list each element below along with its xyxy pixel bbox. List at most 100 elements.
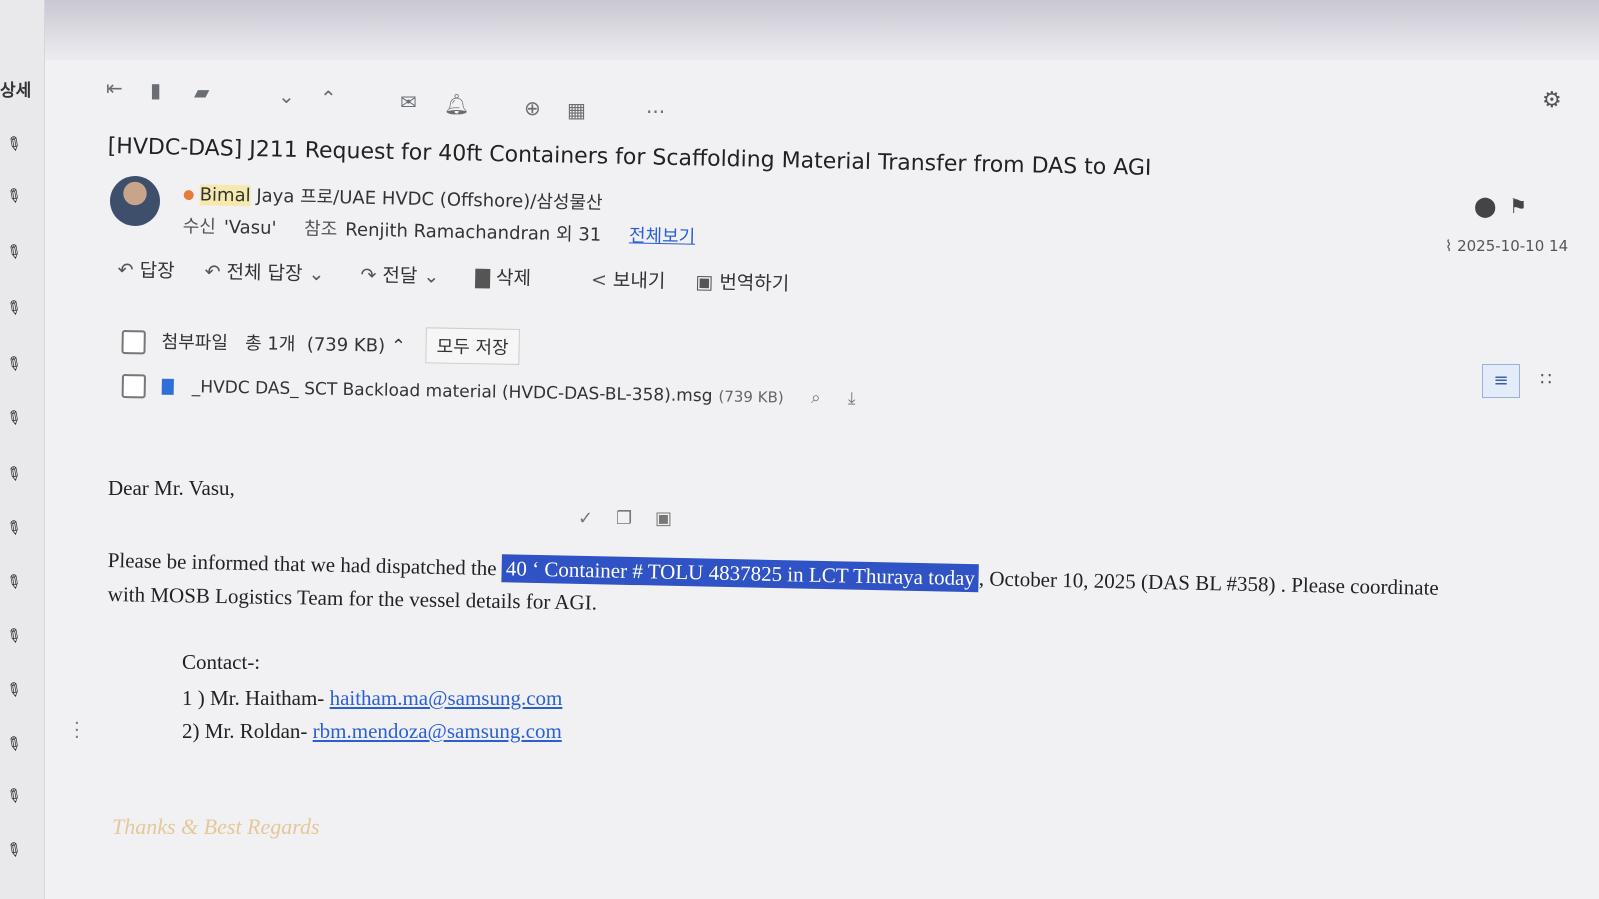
forward-button[interactable]: ↷ 전달 ⌄ — [360, 264, 445, 288]
contact-name: 1 ) Mr. Haitham- — [182, 686, 330, 710]
check-circle-icon[interactable]: ✓ — [578, 508, 593, 529]
contact-label: Contact-: — [182, 650, 261, 674]
reply-all-label: 전체 답장 — [226, 261, 303, 285]
resize-handle-icon[interactable]: · · · — [74, 715, 80, 747]
send-label: 보내기 — [612, 269, 666, 293]
cc-label: 참조 — [303, 218, 338, 241]
download-icon[interactable]: ⤓ — [848, 389, 856, 409]
more-icon[interactable]: ··· — [646, 100, 665, 124]
translate-icon[interactable]: ▣ — [655, 508, 672, 529]
trash-icon: ▇ — [475, 266, 491, 289]
to-recipient[interactable]: 'Vasu' — [224, 217, 277, 239]
chevron-down-icon[interactable]: ⌄ — [423, 265, 439, 287]
reply-label: 답장 — [139, 259, 175, 283]
tag-icon[interactable]: ⬤ — [1474, 194, 1496, 218]
avatar[interactable] — [110, 176, 160, 226]
sender-detail[interactable]: Jaya 프로/UAE HVDC (Offshore)/삼성물산 — [250, 185, 603, 214]
reply-all-icon: ↶ — [204, 260, 221, 284]
greeting: Dear Mr. Vasu, — [108, 476, 235, 500]
delete-label: 삭제 — [495, 266, 532, 290]
attachment-file-row: _HVDC DAS_ SCT Backload material (HVDC-D… — [121, 374, 856, 411]
share-icon: < — [590, 268, 608, 292]
sender-line: Bimal Jaya 프로/UAE HVDC (Offshore)/삼성물산 — [183, 180, 603, 215]
pin-icon[interactable]: ✎ — [1, 240, 25, 266]
to-label: 수신 — [182, 215, 217, 238]
email-link[interactable]: rbm.mendoza@samsung.com — [313, 719, 562, 743]
selected-text[interactable]: 40 ‘ Container # TOLU 4837825 in LCT Thu… — [501, 554, 980, 593]
contact-item-1: 1 ) Mr. Haitham- haitham.ma@samsung.com — [182, 686, 562, 711]
send-button[interactable]: < 보내기 — [591, 269, 666, 293]
pin-icon[interactable]: ✎ — [1, 352, 25, 378]
sidebar-top-label: 상세 — [0, 81, 32, 101]
attachment-clip-icon: ⌇ — [1445, 237, 1458, 255]
chevron-up-icon[interactable]: ⌃ — [391, 336, 406, 357]
forward-icon: ↷ — [360, 264, 377, 287]
attachments-count: 총 1개 — [244, 333, 296, 356]
pin-icon[interactable]: ✎ — [1, 624, 25, 650]
sender-first-name[interactable]: Bimal — [199, 184, 251, 207]
save-all-button[interactable]: 모두 저장 — [425, 327, 520, 365]
body-paragraph-line2: with MOSB Logistics Team for the vessel … — [107, 582, 598, 615]
delete-button[interactable]: ▇ 삭제 — [475, 266, 531, 289]
email-link[interactable]: haitham.ma@samsung.com — [330, 686, 563, 710]
archive-icon[interactable]: ▮ — [150, 78, 161, 102]
header-right-icons: ⬤ ⚑ — [1474, 194, 1527, 218]
pin-icon[interactable]: ✎ — [1, 296, 25, 322]
contact-name: 2) Mr. Roldan- — [182, 719, 313, 743]
reply-button[interactable]: ↶ 답장 — [117, 259, 174, 282]
reply-all-button[interactable]: ↶ 전체 답장 ⌄ — [204, 261, 330, 286]
pin-icon[interactable]: ✎ — [1, 784, 25, 810]
cc-recipients[interactable]: Renjith Ramachandran 외 31 — [345, 219, 601, 245]
chevron-up-icon[interactable]: ⌃ — [320, 86, 337, 110]
select-all-attachments-checkbox[interactable] — [121, 329, 146, 355]
pin-icon[interactable]: ✎ — [1, 732, 25, 758]
pin-icon[interactable]: ✎ — [1, 406, 25, 432]
attachment-file-name[interactable]: _HVDC DAS_ SCT Backload material (HVDC-D… — [192, 377, 713, 406]
move-to-folder-icon[interactable]: ▰ — [194, 80, 209, 104]
pin-icon[interactable]: ✎ — [1, 570, 25, 596]
zoom-icon[interactable]: ⊕ — [524, 96, 541, 120]
body-text: , October 10, 2025 (DAS BL #358) . Pleas… — [978, 566, 1440, 600]
preview-icon[interactable]: ⌕ — [811, 388, 821, 408]
action-bar: ↶ 답장 ↶ 전체 답장 ⌄ ↷ 전달 ⌄ ▇ 삭제 < 보내기 ▣ 번역하기 — [117, 255, 813, 297]
back-to-start-icon[interactable]: ⇤ — [106, 76, 123, 100]
attachments-total-size: (739 KB) — [306, 334, 386, 357]
grid-view-button[interactable]: ∷ — [1530, 364, 1562, 396]
translate-button[interactable]: ▣ 번역하기 — [695, 271, 789, 295]
file-icon — [161, 378, 174, 395]
attachments-label: 첨부파일 — [161, 331, 229, 354]
forward-label: 전달 — [382, 264, 418, 288]
body-text: Please be informed that we had dispatche… — [107, 548, 503, 581]
list-view-button[interactable]: ≡ — [1482, 364, 1520, 398]
recipients-line: 수신 'Vasu' 참조 Renjith Ramachandran 외 31 전체보… — [182, 212, 695, 249]
window-top-bar — [0, 0, 1599, 60]
translate-label: 번역하기 — [719, 271, 790, 296]
attachments-header: 첨부파일 총 1개 (739 KB) ⌃ 모두 저장 — [121, 322, 520, 365]
pin-icon[interactable]: ✎ — [1, 678, 25, 704]
calendar-icon[interactable]: ▦ — [567, 98, 586, 122]
chevron-down-icon[interactable]: ⌄ — [308, 263, 324, 285]
signature: Thanks & Best Regards — [112, 814, 320, 839]
pin-icon[interactable]: ✎ — [1, 516, 25, 542]
selection-toolbar: ✓ ❐ ▣ — [578, 508, 672, 529]
copy-icon[interactable]: ❐ — [616, 508, 632, 529]
gear-icon[interactable]: ⚙ — [1542, 88, 1562, 113]
mail-icon[interactable]: ✉ — [400, 90, 417, 114]
presence-icon — [183, 189, 194, 201]
left-sidebar: 상세 ✎ ✎ ✎ ✎ ✎ ✎ ✎ ✎ ✎ ✎ ✎ ✎ ✎ ✎ — [0, 0, 45, 899]
translate-icon: ▣ — [695, 271, 714, 294]
chevron-down-icon[interactable]: ⌄ — [278, 84, 295, 108]
attachment-file-size: (739 KB) — [718, 387, 784, 407]
flag-icon[interactable]: ⚑ — [1509, 194, 1527, 218]
email-date: ⌇ 2025-10-10 14 — [1445, 237, 1568, 255]
email-subject: [HVDC-DAS] J211 Request for 40ft Contain… — [107, 134, 1152, 181]
pin-icon[interactable]: ✎ — [1, 462, 25, 488]
contact-item-2: 2) Mr. Roldan- rbm.mendoza@samsung.com — [182, 719, 562, 744]
attachment-checkbox[interactable] — [121, 374, 146, 399]
bell-icon[interactable]: 🔔︎ — [444, 92, 469, 116]
pin-icon[interactable]: ✎ — [1, 184, 25, 210]
reply-icon: ↶ — [117, 258, 134, 282]
view-all-link[interactable]: 전체보기 — [629, 225, 696, 247]
pin-icon[interactable]: ✎ — [1, 838, 25, 864]
pin-icon[interactable]: ✎ — [1, 132, 25, 158]
